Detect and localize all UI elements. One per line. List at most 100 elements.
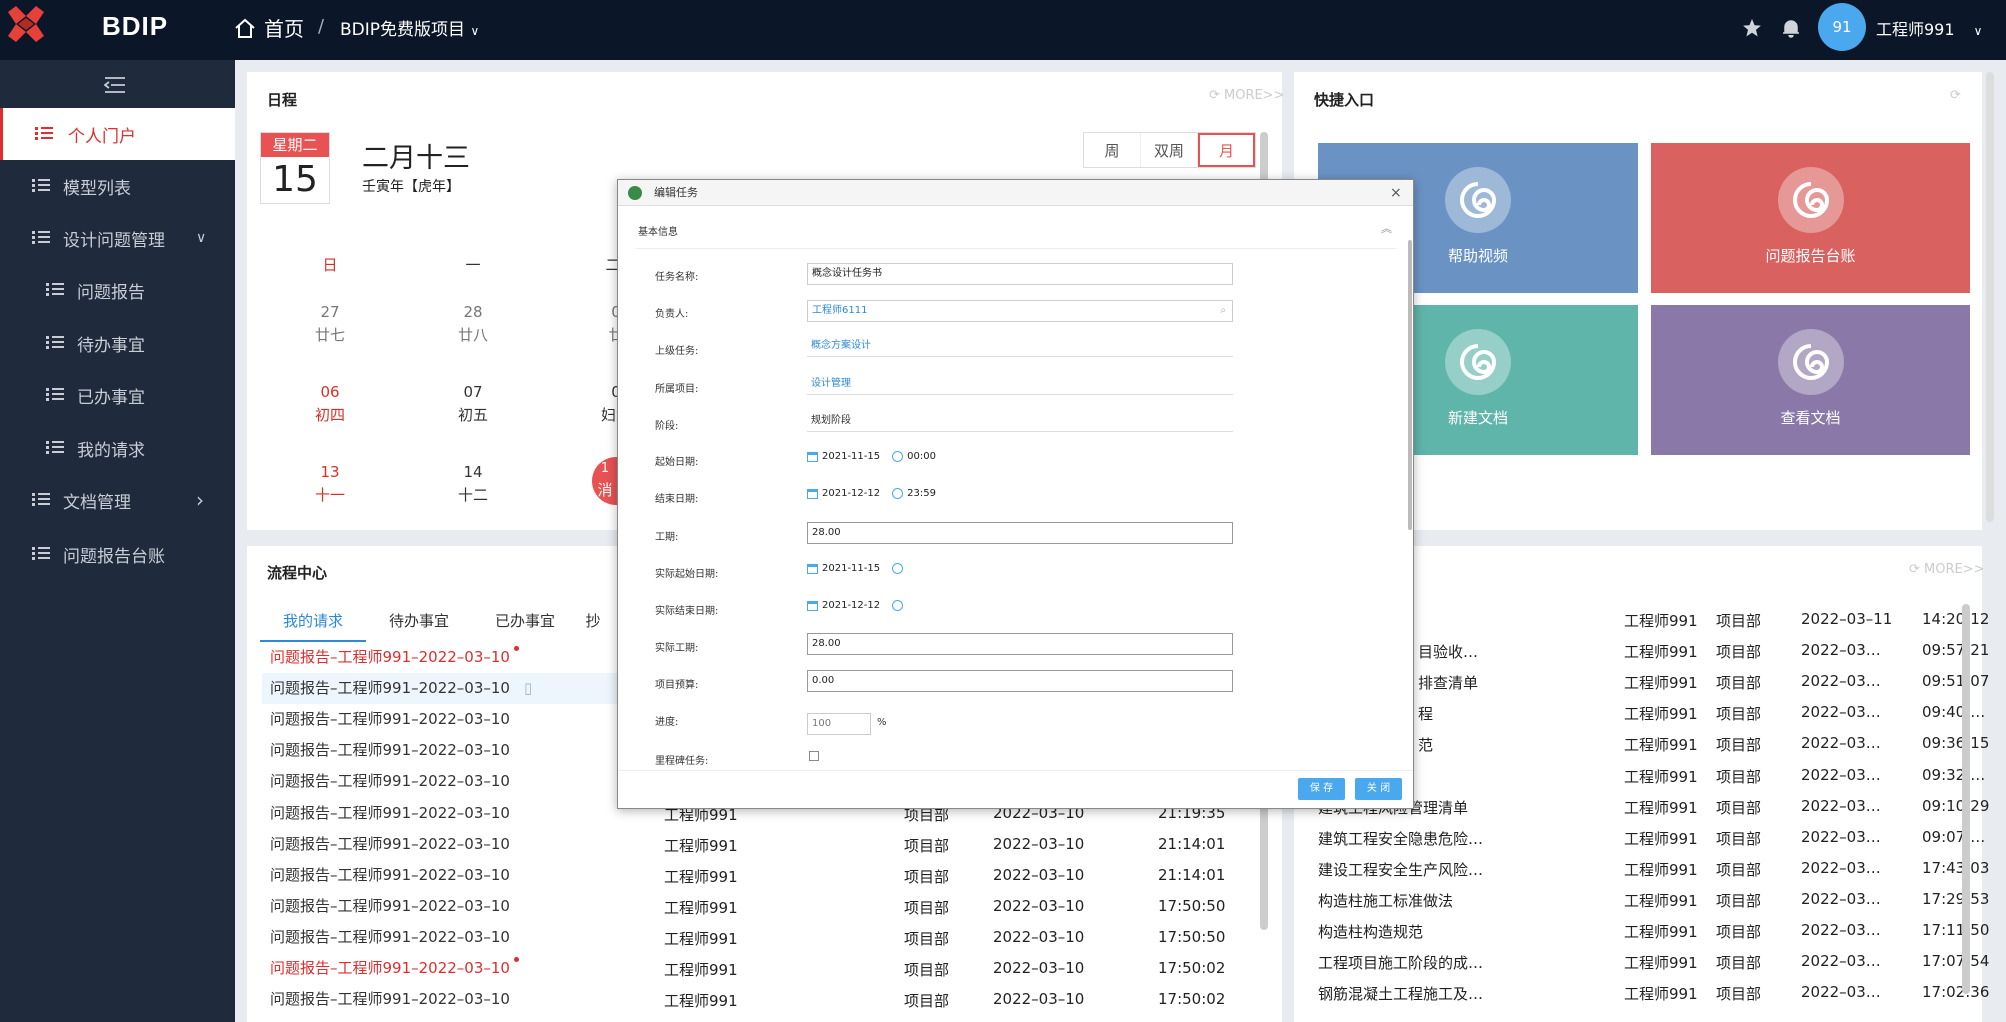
list-item[interactable]: 目验收… 工程师991 项目部 2022–03… 09:57:21 xyxy=(1318,641,1989,672)
calendar-icon[interactable] xyxy=(807,488,818,499)
tab-cc[interactable]: 抄 xyxy=(578,606,608,642)
view-month-button[interactable]: 月 xyxy=(1198,133,1255,167)
quick-tile-view-doc[interactable]: 查看文档 xyxy=(1651,305,1970,455)
start-date-picker[interactable]: 2021-11-15 00:00 xyxy=(807,451,936,462)
save-button[interactable]: 保 存 xyxy=(1298,778,1345,800)
list-item[interactable]: 工程师991 项目部 2022–03… 09:32:… xyxy=(1318,766,1985,797)
search-icon[interactable]: ⌕ xyxy=(1220,301,1226,321)
list-item[interactable]: 建设工程安全生产风险… 工程师991 项目部 2022–03… 17:43:03 xyxy=(1318,859,1989,890)
close-button[interactable]: 关 闭 xyxy=(1355,778,1402,800)
sidebar-item-my-request[interactable]: 我的请求 xyxy=(0,422,235,474)
table-row[interactable]: 问题报告–工程师991–2022–03–10 xyxy=(270,798,510,829)
doc-user: 工程师991 xyxy=(1624,923,1698,941)
sidebar-item-issue-ledger[interactable]: 问题报告台账 xyxy=(0,528,235,580)
calendar-icon[interactable] xyxy=(807,600,818,611)
table-row[interactable]: 问题报告–工程师991–2022–03–10 xyxy=(270,860,510,891)
sidebar-item-doc-mgmt[interactable]: 文档管理 › xyxy=(0,474,235,526)
table-row[interactable]: 问题报告–工程师991–2022–03–10 xyxy=(270,922,510,953)
sidebar-item-design-issue[interactable]: 设计问题管理 ∨ xyxy=(0,212,235,264)
tab-my-requests[interactable]: 我的请求 xyxy=(260,606,366,642)
sidebar-item-portal[interactable]: 个人门户 xyxy=(0,108,235,160)
sidebar-item-model-list[interactable]: 模型列表 xyxy=(0,160,235,212)
doc-time: 09:51:07 xyxy=(1922,672,1990,691)
process-scrollbar[interactable] xyxy=(1260,790,1268,930)
table-row[interactable]: 问题报告–工程师991–2022–03–10 xyxy=(270,891,510,922)
list-item[interactable]: 程 工程师991 项目部 2022–03… 09:40:… xyxy=(1318,703,1985,734)
clock-icon[interactable] xyxy=(892,451,904,462)
parent-task-link[interactable]: 概念方案设计 xyxy=(807,337,1233,357)
brand-name[interactable]: BDIP xyxy=(102,11,168,42)
table-row[interactable]: 问题报告–工程师991–2022–03–10 xyxy=(270,642,519,673)
calendar-icon[interactable] xyxy=(807,451,818,462)
document-icon[interactable]: ▯ xyxy=(524,679,532,697)
duration-input[interactable]: 28.00 xyxy=(807,522,1233,544)
schedule-more-link[interactable]: ⟳ MORE>> xyxy=(1209,88,1285,103)
calendar-day[interactable]: 13 十一 xyxy=(270,463,390,505)
actual-end-picker[interactable]: 2021-12-12 xyxy=(807,600,904,611)
quick-scrollbar[interactable] xyxy=(1986,72,1994,522)
list-item[interactable]: 排查清单 工程师991 项目部 2022–03… 09:51:07 xyxy=(1318,672,1989,703)
project-link[interactable]: 设计管理 xyxy=(807,375,1233,395)
table-row[interactable]: 问题报告–工程师991–2022–03–10 xyxy=(270,704,510,735)
close-icon[interactable]: × xyxy=(1390,180,1402,206)
project-dropdown[interactable]: BDIP免费版项目 ∨ xyxy=(340,15,479,40)
clock-icon[interactable] xyxy=(892,600,904,611)
modal-scrollbar[interactable] xyxy=(1408,240,1412,530)
list-item[interactable]: 建筑工程风险管理清单工程师991项目部2022–03…09:10:29 xyxy=(1318,797,1989,828)
table-row[interactable]: 问题报告–工程师991–2022–03–10 xyxy=(270,735,510,766)
budget-input[interactable]: 0.00 xyxy=(807,670,1233,692)
tab-todo[interactable]: 待办事宜 xyxy=(366,606,472,642)
table-row[interactable]: 问题报告–工程师991–2022–03–10 xyxy=(270,984,510,1015)
list-item[interactable]: 范 工程师991 项目部 2022–03… 09:36:15 xyxy=(1318,734,1989,765)
start-time-value: 00:00 xyxy=(907,451,936,462)
table-row[interactable]: 问题报告–工程师991–2022–03–10 xyxy=(270,766,510,797)
sidebar-item-todo[interactable]: 待办事宜 xyxy=(0,317,235,369)
clock-icon[interactable] xyxy=(892,563,904,574)
calendar-day[interactable]: 14 十二 xyxy=(413,463,533,505)
tab-done[interactable]: 已办事宜 xyxy=(472,606,578,642)
calendar-day[interactable]: 07 初五 xyxy=(413,383,533,425)
table-row[interactable]: 问题报告–工程师991–2022–03–10 xyxy=(270,953,519,984)
calendar-icon[interactable] xyxy=(807,563,818,574)
list-item[interactable]: 工程项目施工阶段的成… 工程师991 项目部 2022–03… 17:07:54 xyxy=(1318,952,1989,983)
star-icon[interactable] xyxy=(1742,18,1762,42)
avatar[interactable]: 91 xyxy=(1818,3,1866,51)
list-item[interactable]: 钢筋混凝土工程施工及… 工程师991 项目部 2022–03… 17:02:36 xyxy=(1318,983,1989,1014)
actual-duration-input[interactable]: 28.00 xyxy=(807,633,1233,655)
docs-more-link[interactable]: ⟳ MORE>> xyxy=(1909,562,1985,577)
view-week-button[interactable]: 周 xyxy=(1084,133,1141,167)
task-icon xyxy=(628,186,642,200)
docs-scrollbar[interactable] xyxy=(1962,604,1970,994)
calendar-day[interactable]: 27 廿七 xyxy=(270,303,390,345)
list-icon xyxy=(32,493,50,507)
calendar-day[interactable]: 28 廿八 xyxy=(413,303,533,345)
bell-icon[interactable] xyxy=(1781,18,1801,42)
calendar-day[interactable]: 06 初四 xyxy=(270,383,390,425)
doc-name: 工程项目施工阶段的成… xyxy=(1318,954,1484,973)
clock-icon[interactable] xyxy=(892,488,904,499)
owner-input[interactable]: 工程师6111 ⌕ xyxy=(807,300,1233,322)
username-menu[interactable]: 工程师991 ∨ xyxy=(1876,16,1982,40)
table-row[interactable]: 问题报告–工程师991–2022–03–10 xyxy=(270,829,510,860)
quick-tile-issue-ledger[interactable]: 问题报告台账 xyxy=(1651,143,1970,293)
sidebar-item-done[interactable]: 已办事宜 xyxy=(0,369,235,421)
progress-input[interactable]: 100 xyxy=(807,713,871,735)
list-item[interactable]: 工程师991 项目部 2022–03–11 14:20:12 xyxy=(1318,610,1989,641)
list-item[interactable]: 建筑工程安全隐患危险… 工程师991 项目部 2022–03… 09:07:… xyxy=(1318,828,1985,859)
milestone-checkbox[interactable] xyxy=(809,751,819,761)
menu-toggle-icon[interactable] xyxy=(103,76,126,98)
view-biweek-button[interactable]: 双周 xyxy=(1141,133,1198,167)
doc-user: 工程师991 xyxy=(1624,674,1698,693)
actual-start-picker[interactable]: 2021-11-15 xyxy=(807,563,904,574)
list-item[interactable]: 构造柱构造规范 工程师991 项目部 2022–03… 17:11:50 xyxy=(1318,921,1989,952)
bdip-logo-icon[interactable] xyxy=(8,6,44,42)
collapse-icon[interactable]: ︽ xyxy=(1381,220,1392,236)
today-date-box: 星期二 15 xyxy=(260,132,330,204)
quick-refresh-icon[interactable]: ⟳ xyxy=(1950,88,1961,103)
sidebar-item-issue-report[interactable]: 问题报告 xyxy=(0,264,235,316)
end-date-picker[interactable]: 2021-12-12 23:59 xyxy=(807,488,936,499)
task-name-input[interactable]: 概念设计任务书 xyxy=(807,263,1233,285)
list-item[interactable]: 构造柱施工标准做法 工程师991 项目部 2022–03… 17:29:53 xyxy=(1318,890,1989,921)
breadcrumb-home[interactable]: 首页 xyxy=(234,13,304,42)
table-row[interactable]: 问题报告–工程师991–2022–03–10 ▯ xyxy=(262,673,622,705)
